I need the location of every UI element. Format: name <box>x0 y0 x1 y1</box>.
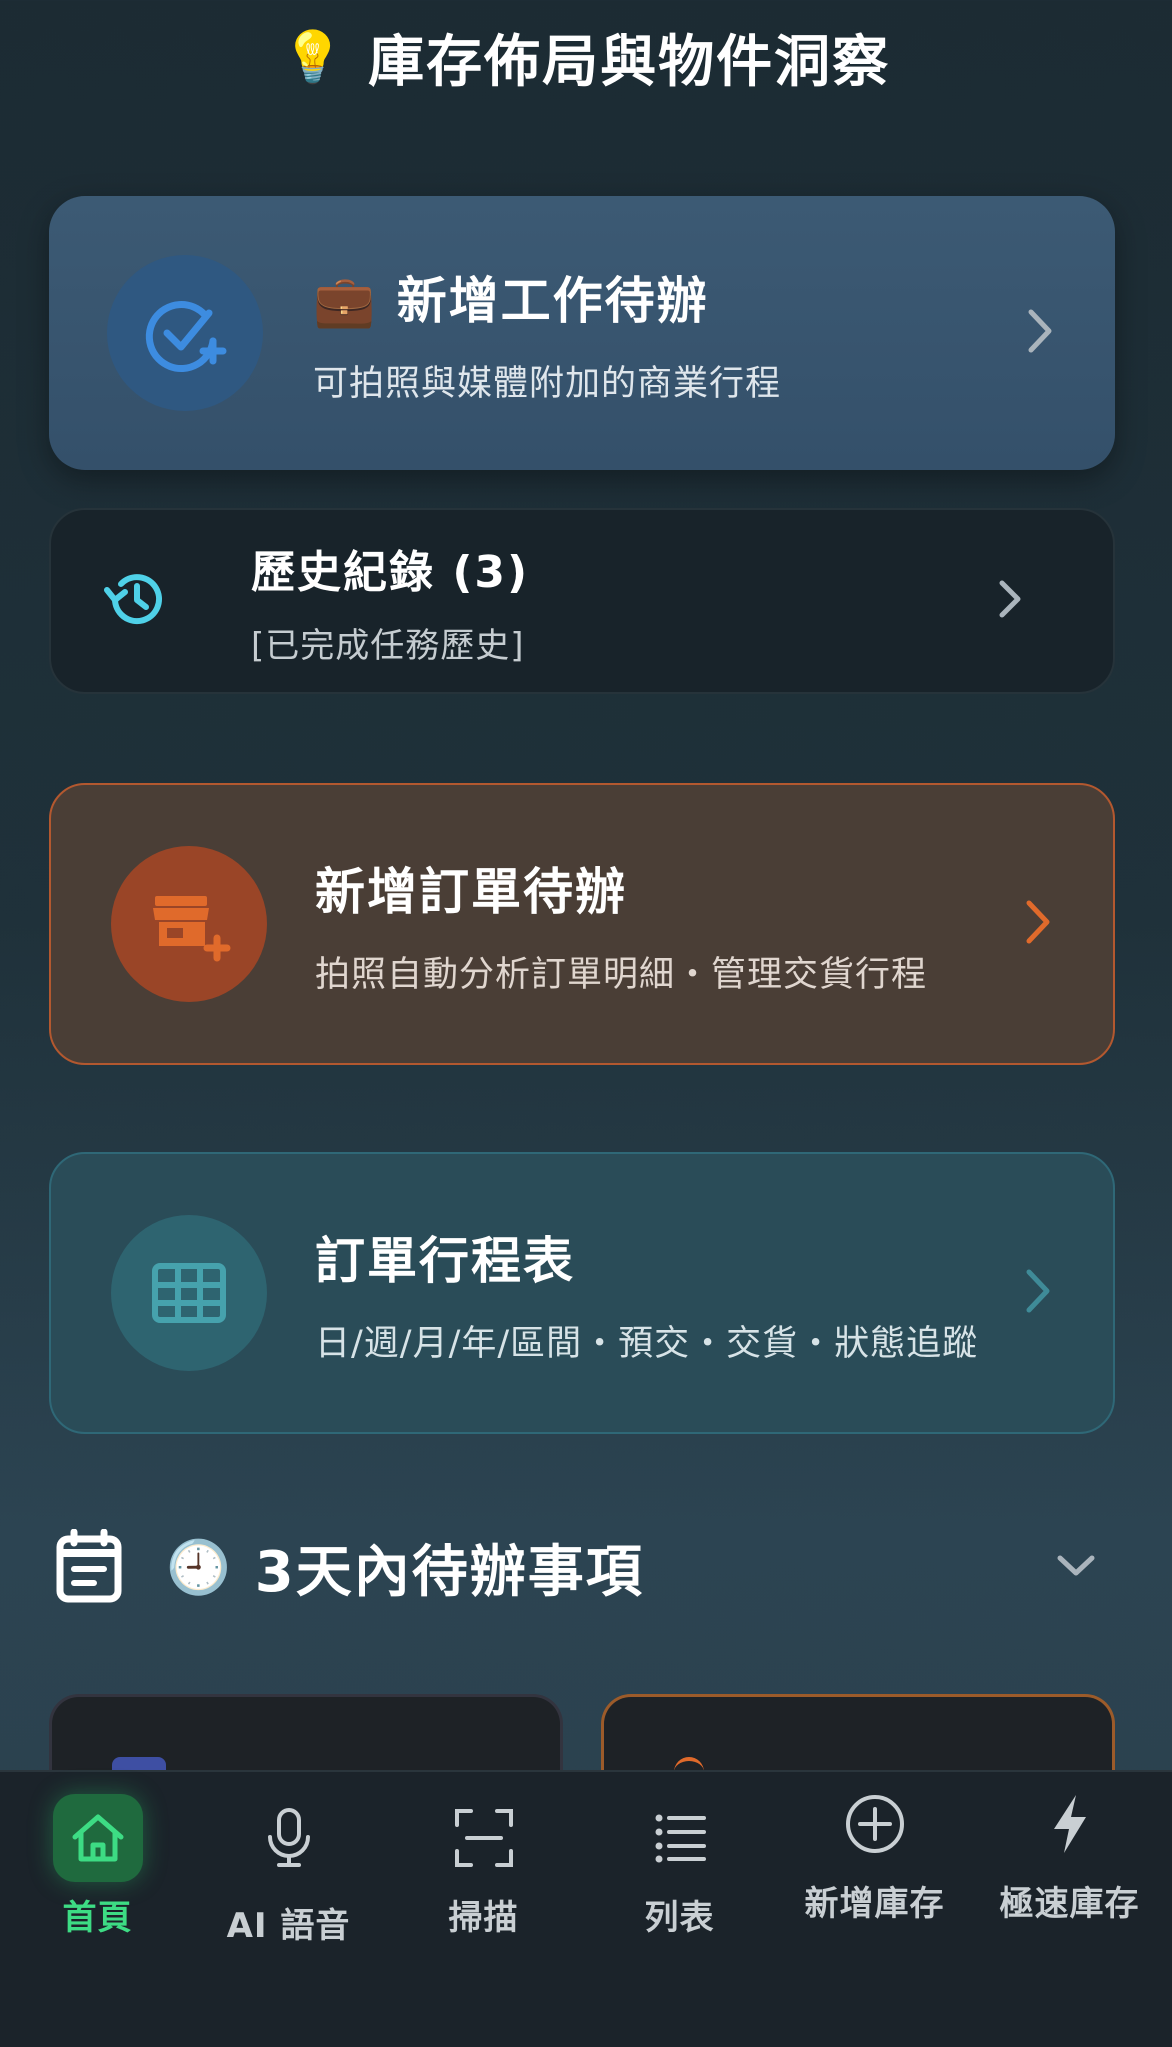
chevron-right-icon <box>997 579 1023 623</box>
chevron-down-icon[interactable] <box>1056 1553 1096 1583</box>
add-task-subtitle: 可拍照與媒體附加的商業行程 <box>313 363 782 404</box>
scan-icon <box>453 1786 515 1890</box>
tab-home-label: 首頁 <box>62 1898 133 1938</box>
add-task-card[interactable]: 💼 新增工作待辦 可拍照與媒體附加的商業行程 <box>49 196 1115 470</box>
order-schedule-card[interactable]: 訂單行程表 日/週/月/年/區間・預交・交貨・狀態追蹤 <box>49 1152 1115 1434</box>
list-icon <box>654 1786 706 1890</box>
calendar-icon <box>56 1528 122 1607</box>
history-card[interactable]: 歷史紀錄 (3) [已完成任務歷史] <box>49 508 1115 694</box>
home-icon <box>52 1794 143 1882</box>
tab-scan[interactable]: 掃描 <box>386 1772 581 1962</box>
tab-ai-voice-label: AI 語音 <box>226 1906 351 1946</box>
tab-ai-voice[interactable]: AI 語音 <box>191 1772 386 1962</box>
page-header: 💡 庫存佈局與物件洞察 <box>0 0 1172 115</box>
chevron-right-icon <box>1023 1268 1053 1318</box>
check-plus-icon <box>107 255 263 411</box>
grid-calendar-icon <box>111 1215 267 1371</box>
tab-quick-inventory[interactable]: 極速庫存 <box>972 1772 1167 1962</box>
microphone-icon <box>264 1786 314 1890</box>
add-order-card[interactable]: 新增訂單待辦 拍照自動分析訂單明細・管理交貨行程 <box>49 783 1115 1065</box>
order-schedule-subtitle: 日/週/月/年/區間・預交・交貨・狀態追蹤 <box>315 1323 979 1364</box>
clock-icon: 🕘 <box>166 1538 231 1598</box>
chevron-right-icon <box>1023 899 1053 949</box>
chevron-right-icon <box>1025 308 1055 358</box>
order-schedule-title: 訂單行程表 <box>315 1231 575 1290</box>
page-title: 庫存佈局與物件洞察 <box>368 30 891 95</box>
add-order-subtitle: 拍照自動分析訂單明細・管理交貨行程 <box>315 954 928 995</box>
tab-home[interactable]: 首頁 <box>0 1772 195 1962</box>
plus-circle-icon <box>844 1772 906 1876</box>
history-subtitle: [已完成任務歷史] <box>251 625 525 666</box>
bottom-tab-bar: 首頁 AI 語音 掃描 列表 新增庫存 極速庫存 <box>0 1770 1172 2047</box>
section-title: 3天內待辦事項 <box>254 1540 644 1605</box>
store-plus-icon <box>111 846 267 1002</box>
tab-add-inventory-label: 新增庫存 <box>804 1884 945 1924</box>
tab-list-label: 列表 <box>644 1898 715 1938</box>
history-title: 歷史紀錄 (3) <box>251 546 530 598</box>
tab-scan-label: 掃描 <box>448 1898 519 1938</box>
history-icon <box>103 566 169 636</box>
lightbulb-icon: 💡 <box>281 28 347 86</box>
add-order-title: 新增訂單待辦 <box>315 862 627 921</box>
add-task-title: 💼 新增工作待辦 <box>313 271 709 330</box>
briefcase-icon: 💼 <box>313 271 378 330</box>
tab-list[interactable]: 列表 <box>582 1772 777 1962</box>
lightning-icon <box>1050 1772 1090 1876</box>
upcoming-tasks-header[interactable]: 🕘 3天內待辦事項 <box>56 1520 1116 1615</box>
tab-add-inventory[interactable]: 新增庫存 <box>777 1772 972 1962</box>
tab-quick-inventory-label: 極速庫存 <box>999 1884 1140 1924</box>
